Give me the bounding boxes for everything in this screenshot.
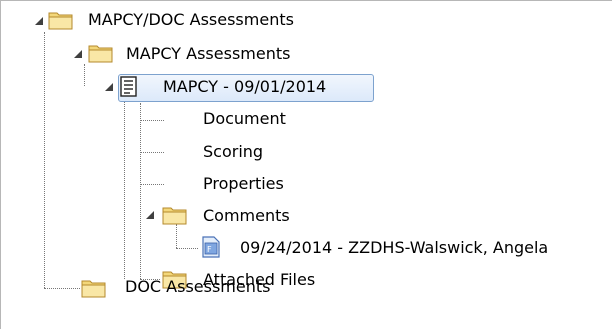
tree-node-label[interactable]: Scoring (200, 141, 266, 163)
tree-line (44, 288, 80, 289)
folder-open-icon (48, 9, 74, 31)
tree-line (176, 224, 177, 248)
folder-icon (81, 277, 107, 299)
document-form-icon (119, 76, 139, 98)
tree-node-label[interactable]: DOC Assessments (122, 276, 273, 298)
folder-open-icon (162, 204, 188, 226)
tree-line (140, 152, 164, 153)
tree-line (140, 103, 141, 279)
tree-node-label[interactable]: MAPCY/DOC Assessments (85, 9, 297, 31)
comment-file-icon: F (200, 236, 222, 258)
tree-node-label[interactable]: Document (200, 108, 289, 130)
collapse-toggle-icon[interactable] (103, 81, 115, 93)
tree-line (140, 184, 164, 185)
collapse-toggle-icon[interactable] (72, 48, 84, 60)
tree-node-label[interactable]: MAPCY - 09/01/2014 (160, 76, 329, 98)
folder-open-icon (88, 42, 114, 64)
tree-line (124, 96, 125, 279)
tree-line (140, 120, 164, 121)
collapse-toggle-icon[interactable] (33, 15, 45, 27)
svg-text:F: F (207, 245, 212, 254)
tree-node-label[interactable]: 09/24/2014 - ZZDHS-Walswick, Angela (237, 237, 551, 259)
tree-node-label[interactable]: MAPCY Assessments (123, 43, 293, 65)
tree-node-label[interactable]: Comments (200, 205, 293, 227)
tree-line (176, 248, 198, 249)
tree-line (44, 32, 45, 288)
assessment-tree: MAPCY/DOC Assessments MAPCY Assessments … (0, 0, 613, 330)
collapse-toggle-icon[interactable] (144, 209, 156, 221)
tree-node-label[interactable]: Properties (200, 173, 287, 195)
tree-line (84, 64, 85, 86)
